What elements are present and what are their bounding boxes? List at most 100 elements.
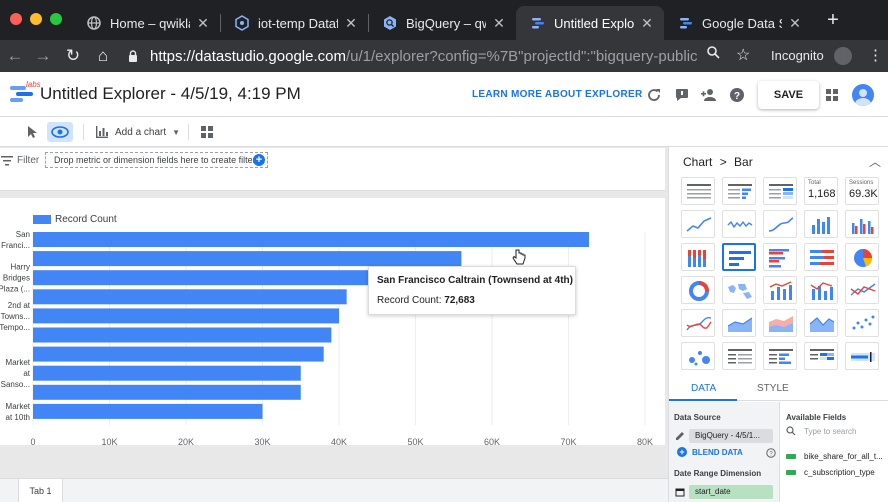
bar[interactable] xyxy=(33,346,324,362)
chart-type-stacked-column[interactable] xyxy=(681,243,715,271)
bookmark-star-icon[interactable]: ☆ xyxy=(736,45,750,65)
field-item[interactable]: bike_share_for_all_t... xyxy=(786,452,883,461)
collapse-chevron-up-icon[interactable]: ︿ xyxy=(869,153,881,170)
chart-type-bubble[interactable] xyxy=(681,342,715,370)
url-text: https://datastudio.google.com/u/1/explor… xyxy=(150,48,698,65)
feedback-icon[interactable] xyxy=(673,86,691,104)
hand-cursor-icon xyxy=(512,249,526,265)
field-item[interactable]: c_subscription_type xyxy=(786,468,875,477)
chart-type-smoothed-line[interactable] xyxy=(681,309,715,337)
save-button[interactable]: SAVE xyxy=(758,81,819,109)
bar[interactable] xyxy=(33,403,263,419)
search-icon[interactable] xyxy=(706,45,720,63)
add-control-icon[interactable] xyxy=(200,122,214,142)
chart-type-combo[interactable] xyxy=(763,276,797,304)
chart-type-table[interactable] xyxy=(681,177,715,205)
address-bar[interactable]: https://datastudio.google.com/u/1/explor… xyxy=(126,43,698,69)
add-chart-button[interactable]: Add a chart ▼ xyxy=(95,122,180,142)
chart-type-donut[interactable] xyxy=(681,276,715,304)
add-filter-plus-icon[interactable]: + xyxy=(253,154,265,166)
incognito-label[interactable]: Incognito xyxy=(771,48,824,63)
field-search-input[interactable]: Type to search xyxy=(786,423,888,439)
learn-more-link[interactable]: LEARN MORE ABOUT EXPLORER xyxy=(472,89,642,100)
chart-type-smoothed-time-series[interactable] xyxy=(763,210,797,238)
chart-type-grouped-bar[interactable] xyxy=(763,243,797,271)
chart-type-pie[interactable] xyxy=(845,243,879,271)
chart-type-geo-map[interactable] xyxy=(722,276,756,304)
tab-data[interactable]: DATA xyxy=(691,383,716,394)
apps-grid-icon[interactable] xyxy=(823,86,841,104)
chart-type-column[interactable] xyxy=(804,210,838,238)
category-label: at xyxy=(23,369,30,378)
chart-type-time-series[interactable] xyxy=(681,210,715,238)
chart-type-table-heatmap[interactable] xyxy=(763,177,797,205)
forward-arrow-icon[interactable]: → xyxy=(32,45,54,67)
refresh-icon[interactable] xyxy=(645,86,663,104)
close-tab-icon[interactable]: ✕ xyxy=(492,15,506,32)
close-tab-icon[interactable]: ✕ xyxy=(640,15,654,32)
explorer-title[interactable]: Untitled Explorer - 4/5/19, 4:19 PM xyxy=(40,84,301,104)
browser-tab-dataflow[interactable]: iot-temp Dataflow ✕ xyxy=(220,6,368,40)
chart-tooltip: San Francisco Caltrain (Townsend at 4th)… xyxy=(368,266,576,315)
browser-tab-datastudio[interactable]: Google Data Stu ✕ xyxy=(664,6,812,40)
scorecard-value: 1,168 xyxy=(808,188,836,200)
chart-type-stacked-bar[interactable] xyxy=(804,243,838,271)
chart-card[interactable]: Record Count 0 10K 20K 30K 40K 50K 60K 70K 80K Sa… xyxy=(0,198,665,445)
help-icon[interactable]: ? xyxy=(728,86,746,104)
close-window-button[interactable] xyxy=(10,13,22,25)
avatar[interactable] xyxy=(852,84,874,106)
bar[interactable] xyxy=(33,232,590,247)
home-icon[interactable]: ⌂ xyxy=(92,45,114,67)
page-tab[interactable]: Tab 1 xyxy=(18,479,63,502)
chart-type-grouped-column[interactable] xyxy=(845,210,879,238)
view-mode-eye-icon[interactable] xyxy=(47,122,73,142)
chart-type-area[interactable] xyxy=(722,309,756,337)
chart-type-pivot-table[interactable] xyxy=(722,342,756,370)
breadcrumb-parent: Chart xyxy=(683,155,713,169)
chart-type-percent-area[interactable] xyxy=(804,309,838,337)
blend-data-button[interactable]: + BLEND DATA xyxy=(677,447,743,457)
bar[interactable] xyxy=(33,289,347,305)
chart-type-pivot-table-heatmap[interactable] xyxy=(804,342,838,370)
chart-type-line[interactable] xyxy=(845,276,879,304)
browser-tab-explorer[interactable]: Untitled Explorer ✕ xyxy=(516,6,664,40)
close-tab-icon[interactable]: ✕ xyxy=(788,15,802,32)
help-icon[interactable]: ? xyxy=(766,448,776,458)
more-menu-icon[interactable]: ⋮ xyxy=(868,46,883,64)
filter-drop-zone[interactable]: Drop metric or dimension fields here to … xyxy=(45,152,268,168)
page-tab-bar: Tab 1 xyxy=(0,478,668,502)
select-cursor-icon[interactable] xyxy=(26,122,38,142)
url-path: /u/1/explorer?config=%7B"projectId":"big… xyxy=(345,47,698,65)
chart-type-pivot-table-bars[interactable] xyxy=(763,342,797,370)
bar[interactable] xyxy=(33,384,301,400)
back-arrow-icon[interactable]: ← xyxy=(4,45,26,67)
chart-type-table-bars[interactable] xyxy=(722,177,756,205)
share-add-person-icon[interactable] xyxy=(700,86,718,104)
close-tab-icon[interactable]: ✕ xyxy=(196,15,210,32)
close-tab-icon[interactable]: ✕ xyxy=(344,15,358,32)
data-source-chip[interactable]: BigQuery - 4/5/1... xyxy=(689,429,773,443)
bar[interactable] xyxy=(33,251,462,267)
minimize-window-button[interactable] xyxy=(30,13,42,25)
incognito-icon[interactable] xyxy=(834,47,852,65)
tab-style[interactable]: STYLE xyxy=(757,383,789,394)
chart-type-time-series-sparkline[interactable] xyxy=(722,210,756,238)
date-dimension-chip[interactable]: start_date xyxy=(689,485,773,499)
chart-type-stacked-area[interactable] xyxy=(763,309,797,337)
edit-pencil-icon[interactable] xyxy=(675,431,685,441)
maximize-window-button[interactable] xyxy=(50,13,62,25)
bar[interactable] xyxy=(33,308,339,324)
chart-type-bullet[interactable] xyxy=(845,342,879,370)
reload-icon[interactable]: ↻ xyxy=(62,45,84,67)
tab-title: Home – qwiklabs xyxy=(110,15,190,31)
bar[interactable] xyxy=(33,327,332,343)
chart-type-scorecard-compact[interactable]: Sessions 69.3K xyxy=(845,177,879,205)
browser-tab-home[interactable]: Home – qwiklabs ✕ xyxy=(72,6,220,40)
chart-type-stacked-combo[interactable] xyxy=(804,276,838,304)
bar[interactable] xyxy=(33,365,301,381)
chart-type-scorecard[interactable]: Total 1,168 xyxy=(804,177,838,205)
chart-type-bar-selected[interactable] xyxy=(722,243,756,271)
chart-type-scatter[interactable] xyxy=(845,309,879,337)
browser-tab-bigquery[interactable]: BigQuery – qwikl ✕ xyxy=(368,6,516,40)
new-tab-button[interactable]: + xyxy=(822,9,844,32)
